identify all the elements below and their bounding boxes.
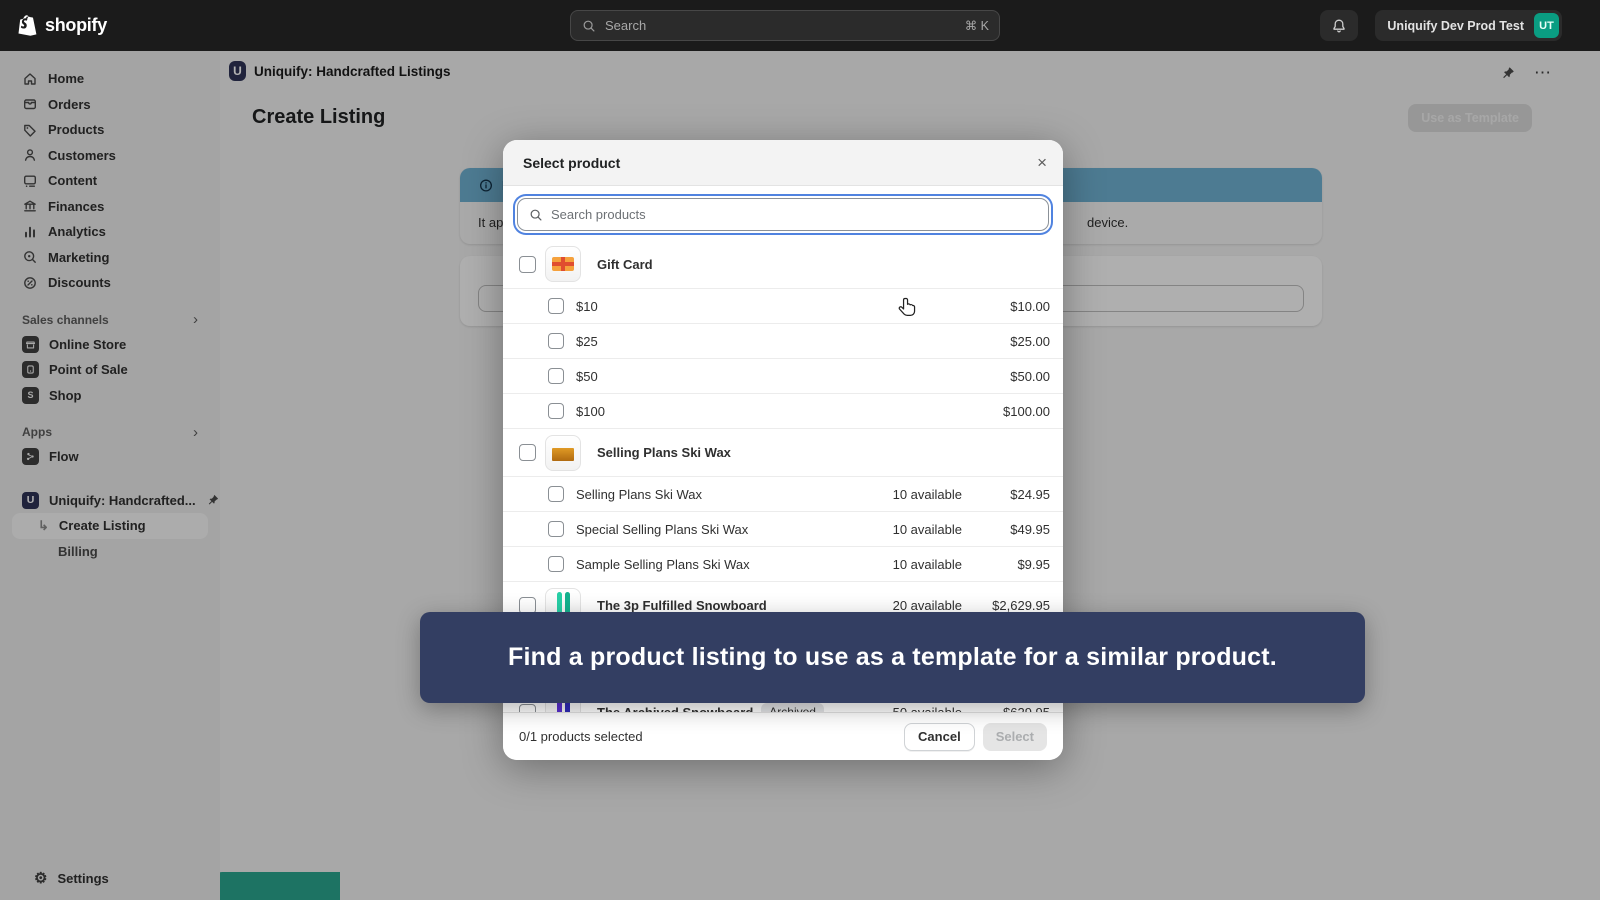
search-icon [581, 19, 597, 33]
store-menu[interactable]: Uniquify Dev Prod Test UT [1375, 10, 1562, 41]
search-icon [528, 208, 544, 222]
product-thumbnail [545, 246, 581, 282]
variant-row[interactable]: Selling Plans Ski Wax 10 available $24.9… [503, 476, 1063, 511]
product-availability: 50 available [852, 705, 962, 713]
notifications-button[interactable] [1320, 10, 1358, 41]
product-search-input[interactable] [551, 207, 1038, 222]
store-name: Uniquify Dev Prod Test [1387, 19, 1524, 33]
checkbox[interactable] [548, 486, 564, 502]
variant-availability: 10 available [852, 522, 962, 537]
variant-row[interactable]: Sample Selling Plans Ski Wax 10 availabl… [503, 546, 1063, 581]
checkbox[interactable] [548, 521, 564, 537]
variant-name: $25 [576, 334, 598, 349]
product-thumbnail [545, 435, 581, 471]
store-avatar: UT [1534, 13, 1559, 38]
variant-row[interactable]: $100 $100.00 [503, 393, 1063, 428]
tutorial-tooltip: Find a product listing to use as a templ… [420, 612, 1365, 703]
variant-price: $25.00 [970, 334, 1050, 349]
close-icon[interactable]: × [1037, 154, 1047, 171]
product-row-gift-card[interactable]: Gift Card [503, 240, 1063, 288]
variant-price: $9.95 [970, 557, 1050, 572]
variant-row[interactable]: Special Selling Plans Ski Wax 10 availab… [503, 511, 1063, 546]
checkbox[interactable] [519, 704, 536, 713]
topbar: shopify ⌘ K Uniquify Dev Prod Test UT [0, 0, 1600, 51]
variant-price: $10.00 [970, 299, 1050, 314]
checkbox[interactable] [548, 333, 564, 349]
cancel-button[interactable]: Cancel [904, 723, 975, 751]
product-name: Gift Card [597, 257, 653, 272]
selected-count: 0/1 products selected [519, 729, 643, 744]
gift-card-art [552, 257, 574, 271]
variant-price: $100.00 [970, 404, 1050, 419]
ski-wax-art [552, 448, 574, 461]
product-name: The Archived Snowboard [597, 705, 753, 713]
variant-availability: 10 available [852, 557, 962, 572]
global-search[interactable]: ⌘ K [570, 10, 1000, 41]
modal-header: Select product × [503, 140, 1063, 186]
checkbox[interactable] [548, 298, 564, 314]
checkbox[interactable] [548, 368, 564, 384]
select-button[interactable]: Select [983, 723, 1047, 751]
product-name: The 3p Fulfilled Snowboard [597, 598, 767, 613]
shopify-logo[interactable]: shopify [16, 14, 107, 38]
modal-title: Select product [523, 155, 620, 171]
variant-name: Selling Plans Ski Wax [576, 487, 702, 502]
product-availability: 20 available [852, 598, 962, 613]
modal-footer: 0/1 products selected Cancel Select [503, 712, 1063, 760]
tooltip-text: Find a product listing to use as a templ… [508, 643, 1277, 672]
variant-price: $50.00 [970, 369, 1050, 384]
product-price: $2,629.95 [970, 598, 1050, 613]
variant-row[interactable]: $25 $25.00 [503, 323, 1063, 358]
mouse-cursor [896, 296, 918, 325]
global-search-input[interactable] [605, 18, 965, 33]
variant-price: $49.95 [970, 522, 1050, 537]
shopify-bag-icon [16, 14, 38, 38]
variant-name: $100 [576, 404, 605, 419]
variant-price: $24.95 [970, 487, 1050, 502]
variant-availability: 10 available [852, 487, 962, 502]
product-row-ski-wax[interactable]: Selling Plans Ski Wax [503, 428, 1063, 476]
product-price: $629.95 [970, 705, 1050, 713]
variant-name: Special Selling Plans Ski Wax [576, 522, 748, 537]
bell-icon [1331, 18, 1347, 34]
checkbox[interactable] [548, 403, 564, 419]
product-name: Selling Plans Ski Wax [597, 445, 731, 460]
search-shortcut-hint: ⌘ K [965, 18, 989, 33]
product-search-field[interactable] [517, 198, 1049, 231]
variant-row[interactable]: $10 $10.00 [503, 288, 1063, 323]
shopify-wordmark: shopify [45, 15, 107, 36]
archived-badge: Archived [761, 703, 824, 712]
checkbox[interactable] [519, 444, 536, 461]
variant-name: $50 [576, 369, 598, 384]
variant-name: $10 [576, 299, 598, 314]
checkbox[interactable] [548, 556, 564, 572]
variant-name: Sample Selling Plans Ski Wax [576, 557, 750, 572]
variant-row[interactable]: $50 $50.00 [503, 358, 1063, 393]
checkbox[interactable] [519, 256, 536, 273]
